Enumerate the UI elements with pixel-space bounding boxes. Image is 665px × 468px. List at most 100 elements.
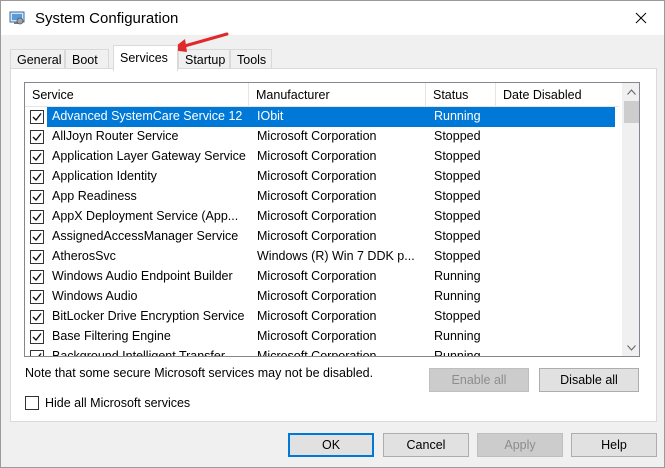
table-row[interactable]: AllJoyn Router Service Microsoft Corporat… xyxy=(25,127,619,147)
hide-ms-services-checkbox[interactable] xyxy=(25,396,39,410)
service-status: Stopped xyxy=(434,229,481,243)
service-name: AtherosSvc xyxy=(52,249,116,263)
service-checkbox[interactable] xyxy=(30,330,44,344)
cancel-button[interactable]: Cancel xyxy=(383,433,469,457)
hide-ms-services-label: Hide all Microsoft services xyxy=(45,396,191,410)
column-header-manufacturer[interactable]: Manufacturer xyxy=(249,83,426,107)
table-row[interactable]: Windows Audio Endpoint Builder Microsoft … xyxy=(25,267,619,287)
service-checkbox[interactable] xyxy=(30,270,44,284)
close-icon xyxy=(635,12,647,24)
table-row[interactable]: App Readiness Microsoft Corporation Stoppe… xyxy=(25,187,619,207)
window-title: System Configuration xyxy=(35,10,179,27)
service-manufacturer: Microsoft Corporation xyxy=(257,289,377,303)
service-checkbox[interactable] xyxy=(30,150,44,164)
checkmark-icon xyxy=(32,293,42,302)
service-manufacturer: Windows (R) Win 7 DDK p... xyxy=(257,249,415,263)
services-panel: Service Manufacturer Status Date Disable… xyxy=(10,68,657,422)
service-manufacturer: Microsoft Corporation xyxy=(257,149,377,163)
tab-tools[interactable]: Tools xyxy=(230,49,272,70)
checkmark-icon xyxy=(32,333,42,342)
scroll-up-button[interactable] xyxy=(623,83,639,100)
service-checkbox[interactable] xyxy=(30,290,44,304)
column-header-service[interactable]: Service xyxy=(25,83,249,107)
service-status: Stopped xyxy=(434,169,481,183)
service-checkbox[interactable] xyxy=(30,130,44,144)
checkmark-icon xyxy=(32,133,42,142)
checkmark-icon xyxy=(32,253,42,262)
service-manufacturer: Microsoft Corporation xyxy=(257,129,377,143)
service-checkbox[interactable] xyxy=(30,350,44,356)
service-name: Background Intelligent Transfer ... xyxy=(52,349,239,357)
scroll-thumb[interactable] xyxy=(624,101,639,123)
service-checkbox[interactable] xyxy=(30,170,44,184)
apply-button[interactable]: Apply xyxy=(477,433,563,457)
vertical-scrollbar[interactable] xyxy=(622,83,639,356)
table-row[interactable]: AppX Deployment Service (App... Microsoft… xyxy=(25,207,619,227)
column-header-date-disabled[interactable]: Date Disabled xyxy=(496,83,619,107)
service-name: AllJoyn Router Service xyxy=(52,129,179,143)
system-configuration-window: System Configuration General Boot Servic… xyxy=(0,0,665,468)
service-status: Running xyxy=(434,269,481,283)
title-bar: System Configuration xyxy=(1,1,664,35)
service-manufacturer: Microsoft Corporation xyxy=(257,169,377,183)
scroll-down-button[interactable] xyxy=(623,339,639,356)
checkmark-icon xyxy=(38,353,42,356)
list-header: Service Manufacturer Status Date Disable… xyxy=(25,83,619,107)
checkmark-icon xyxy=(32,233,42,242)
help-button[interactable]: Help xyxy=(571,433,657,457)
service-name: Base Filtering Engine xyxy=(52,329,171,343)
checkmark-icon xyxy=(32,313,42,322)
table-row[interactable]: Advanced SystemCare Service 12 IObit Runni… xyxy=(25,107,619,127)
chevron-down-icon xyxy=(627,344,636,351)
service-manufacturer: IObit xyxy=(257,109,284,123)
service-manufacturer: Microsoft Corporation xyxy=(257,189,377,203)
service-checkbox[interactable] xyxy=(30,110,44,124)
service-status: Running xyxy=(434,329,481,343)
enable-all-button[interactable]: Enable all xyxy=(429,368,529,392)
service-manufacturer: Microsoft Corporation xyxy=(257,269,377,283)
service-name: App Readiness xyxy=(52,189,137,203)
table-row[interactable]: AtherosSvc Windows (R) Win 7 DDK p... Stop… xyxy=(25,247,619,267)
checkmark-icon xyxy=(32,153,42,162)
service-checkbox[interactable] xyxy=(30,190,44,204)
table-row[interactable]: BitLocker Drive Encryption Service Micros… xyxy=(25,307,619,327)
service-status: Stopped xyxy=(434,129,481,143)
service-status: Running xyxy=(434,109,481,123)
table-row[interactable]: Base Filtering Engine Microsoft Corporati… xyxy=(25,327,619,347)
column-header-status[interactable]: Status xyxy=(426,83,496,107)
service-name: Application Layer Gateway Service xyxy=(52,149,246,163)
service-manufacturer: Microsoft Corporation xyxy=(257,209,377,223)
disable-all-button[interactable]: Disable all xyxy=(539,368,639,392)
service-status: Running xyxy=(434,349,481,357)
system-configuration-icon xyxy=(9,10,25,26)
chevron-up-icon xyxy=(627,88,636,95)
service-status: Stopped xyxy=(434,209,481,223)
service-checkbox[interactable] xyxy=(30,210,44,224)
service-name: Windows Audio Endpoint Builder xyxy=(52,269,233,283)
service-checkbox[interactable] xyxy=(30,310,44,324)
service-manufacturer: Microsoft Corporation xyxy=(257,349,377,357)
table-row[interactable]: Windows Audio Microsoft Corporation Runnin… xyxy=(25,287,619,307)
checkmark-icon xyxy=(32,173,42,182)
table-row[interactable]: Application Layer Gateway Service Microso… xyxy=(25,147,619,167)
checkmark-icon xyxy=(32,273,42,282)
service-status: Stopped xyxy=(434,189,481,203)
service-checkbox[interactable] xyxy=(30,250,44,264)
checkmark-icon xyxy=(32,113,42,122)
close-button[interactable] xyxy=(618,1,664,35)
annotation-arrow-icon xyxy=(171,32,229,52)
tab-boot[interactable]: Boot xyxy=(65,49,109,70)
ok-button[interactable]: OK xyxy=(288,433,374,457)
tab-general[interactable]: General xyxy=(10,49,65,70)
checkmark-icon xyxy=(32,193,42,202)
table-row[interactable]: AssignedAccessManager Service Microsoft C… xyxy=(25,227,619,247)
services-list[interactable]: Service Manufacturer Status Date Disable… xyxy=(24,82,640,357)
service-name: Application Identity xyxy=(52,169,157,183)
service-checkbox[interactable] xyxy=(30,230,44,244)
service-name: AppX Deployment Service (App... xyxy=(52,209,239,223)
tab-services[interactable]: Services xyxy=(113,45,178,71)
service-status: Stopped xyxy=(434,149,481,163)
table-row[interactable]: Background Intelligent Transfer ... Micro… xyxy=(25,347,619,357)
table-row[interactable]: Application Identity Microsoft Corporatio… xyxy=(25,167,619,187)
service-status: Stopped xyxy=(434,249,481,263)
